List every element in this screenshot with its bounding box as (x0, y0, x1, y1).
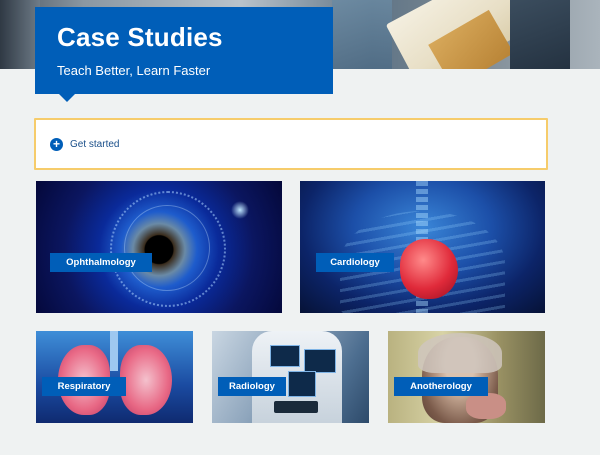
get-started-panel[interactable]: + Get started (34, 118, 548, 170)
category-label[interactable]: Radiology (218, 377, 286, 396)
category-card-radiology[interactable]: Radiology (212, 331, 369, 423)
category-card-respiratory[interactable]: Respiratory (36, 331, 193, 423)
title-box: Case Studies Teach Better, Learn Faster (35, 7, 333, 102)
page-title: Case Studies (57, 22, 223, 52)
page-subtitle: Teach Better, Learn Faster (57, 63, 211, 78)
get-started-label: Get started (70, 138, 120, 150)
category-label[interactable]: Respiratory (42, 377, 126, 396)
category-label[interactable]: Ophthalmology (50, 253, 152, 272)
category-label[interactable]: Anotherology (394, 377, 488, 396)
category-card-cardiology[interactable]: Cardiology (300, 181, 545, 313)
plus-circle-icon: + (50, 137, 63, 151)
category-label[interactable]: Cardiology (316, 253, 394, 272)
title-pointer (59, 94, 75, 102)
category-card-ophthalmology[interactable]: Ophthalmology (36, 181, 282, 313)
category-card-anotherology[interactable]: Anotherology (388, 331, 545, 423)
